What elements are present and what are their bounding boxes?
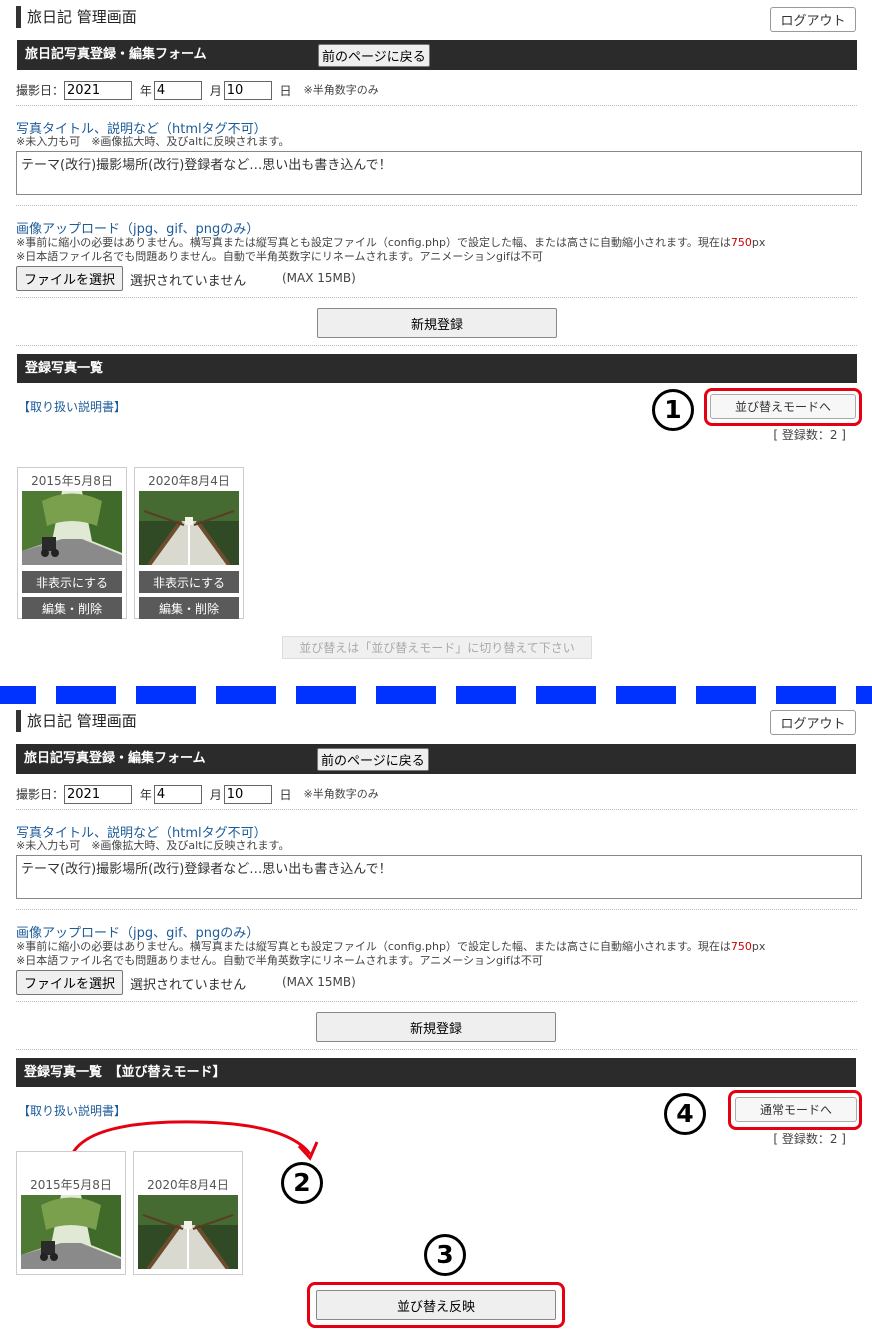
- photo-date: 2020年8月4日: [147, 1178, 229, 1192]
- photo-card: 2015年5月8日 非表示にする 編集・削除: [17, 467, 127, 619]
- step-3-marker: 3: [424, 1234, 466, 1276]
- form-header-title: 旅日記写真登録・編集フォーム: [25, 47, 207, 62]
- sort-mode-panel: 旅日記 管理画面 ログアウト 旅日記写真登録・編集フォーム 前のページに戻る 撮…: [0, 704, 872, 1337]
- upload-label: 画像アップロード（jpg、gif、pngのみ）: [16, 222, 260, 237]
- day-unit: 日: [279, 787, 292, 802]
- day-input[interactable]: [223, 785, 272, 804]
- month-unit: 月: [209, 787, 222, 802]
- day-input[interactable]: [223, 81, 272, 100]
- sortable-photo-card[interactable]: 2015年5月8日: [16, 1151, 126, 1275]
- step-2-marker: 2: [281, 1162, 323, 1204]
- photo-count: [ 登録数：2 ]: [773, 1132, 846, 1146]
- upload-label: 画像アップロード（jpg、gif、pngのみ）: [16, 926, 260, 941]
- upload-note-2: ※日本語ファイル名でも問題ありません。自動で半角英数字にリネームされます。アニメ…: [16, 954, 543, 967]
- month-input[interactable]: [153, 81, 202, 100]
- step-1-marker: 1: [652, 389, 694, 431]
- page-title: 旅日記 管理画面: [16, 710, 137, 732]
- divider: [16, 909, 857, 910]
- sort-disabled-button: 並び替えは「並び替えモード」に切り替えて下さい: [282, 636, 592, 659]
- date-note: ※半角数字のみ: [303, 83, 379, 97]
- photo-date: 2020年8月4日: [148, 474, 230, 488]
- title-textarea[interactable]: テーマ(改行)撮影場所(改行)登録者など…思い出も書き込んで！: [16, 855, 862, 899]
- title-field-note: ※未入力も可 ※画像拡大時、及びaltに反映されます。: [16, 135, 290, 148]
- back-button[interactable]: 前のページに戻る: [318, 44, 430, 67]
- hide-button[interactable]: 非表示にする: [22, 571, 122, 593]
- date-label: 撮影日：: [16, 83, 65, 98]
- day-unit: 日: [279, 83, 292, 98]
- register-button[interactable]: 新規登録: [316, 1012, 556, 1042]
- file-status: 選択されていません: [130, 274, 247, 289]
- sortable-photo-card[interactable]: 2020年8月4日: [133, 1151, 243, 1275]
- date-note: ※半角数字のみ: [303, 787, 379, 801]
- divider: [16, 1001, 857, 1002]
- file-status: 選択されていません: [130, 978, 247, 993]
- section-separator: [0, 686, 872, 704]
- back-button[interactable]: 前のページに戻る: [317, 748, 429, 771]
- photo-date: 2015年5月8日: [30, 1178, 112, 1192]
- photo-thumbnail: [138, 1195, 238, 1269]
- date-row: 撮影日： 年 月 日 ※半角数字のみ: [16, 80, 379, 101]
- photo-card: 2020年8月4日 非表示にする 編集・削除: [134, 467, 244, 619]
- form-header-title: 旅日記写真登録・編集フォーム: [24, 751, 206, 766]
- normal-mode-button[interactable]: 通常モードへ: [735, 1097, 857, 1122]
- upload-note-1: ※事前に縮小の必要はありません。横写真または縦写真とも設定ファイル（config…: [16, 236, 766, 249]
- upload-note-1: ※事前に縮小の必要はありません。横写真または縦写真とも設定ファイル（config…: [16, 940, 766, 953]
- normal-mode-panel: 旅日記 管理画面 ログアウト 旅日記写真登録・編集フォーム 前のページに戻る 撮…: [0, 0, 872, 680]
- photo-list-header: 登録写真一覧 【並び替えモード】: [16, 1058, 856, 1087]
- photo-list-header: 登録写真一覧: [17, 354, 857, 383]
- form-header-bar: 旅日記写真登録・編集フォーム 前のページに戻る: [16, 744, 856, 774]
- max-size-note: (MAX 15MB): [282, 975, 356, 989]
- page-title: 旅日記 管理画面: [16, 6, 137, 28]
- register-button[interactable]: 新規登録: [317, 308, 557, 338]
- form-header-bar: 旅日記写真登録・編集フォーム 前のページに戻る: [17, 40, 857, 70]
- choose-file-button[interactable]: ファイルを選択: [16, 970, 124, 995]
- title-textarea[interactable]: テーマ(改行)撮影場所(改行)登録者など…思い出も書き込んで！: [16, 151, 862, 195]
- upload-note-2: ※日本語ファイル名でも問題ありません。自動で半角英数字にリネームされます。アニメ…: [16, 250, 543, 263]
- date-row: 撮影日： 年 月 日 ※半角数字のみ: [16, 784, 379, 805]
- month-unit: 月: [209, 83, 222, 98]
- apply-sort-button[interactable]: 並び替え反映: [316, 1290, 556, 1320]
- edit-delete-button[interactable]: 編集・削除: [139, 597, 239, 619]
- divider: [16, 345, 857, 346]
- photo-thumbnail: [21, 1195, 121, 1269]
- divider: [16, 809, 857, 810]
- title-field-note: ※未入力も可 ※画像拡大時、及びaltに反映されます。: [16, 839, 290, 852]
- year-input[interactable]: [64, 785, 133, 804]
- max-size-note: (MAX 15MB): [282, 271, 356, 285]
- year-input[interactable]: [64, 81, 133, 100]
- photo-count: [ 登録数：2 ]: [773, 428, 846, 442]
- logout-button[interactable]: ログアウト: [770, 7, 856, 32]
- divider: [16, 1049, 857, 1050]
- logout-button[interactable]: ログアウト: [770, 710, 856, 735]
- hide-button[interactable]: 非表示にする: [139, 571, 239, 593]
- manual-link[interactable]: 【取り扱い説明書】: [18, 398, 126, 415]
- photo-thumbnail[interactable]: [139, 491, 239, 565]
- photo-thumbnail[interactable]: [22, 491, 122, 565]
- divider: [16, 205, 857, 206]
- month-input[interactable]: [153, 785, 202, 804]
- divider: [16, 105, 857, 106]
- year-unit: 年: [139, 83, 152, 98]
- photo-date: 2015年5月8日: [31, 474, 113, 488]
- date-label: 撮影日：: [16, 787, 65, 802]
- edit-delete-button[interactable]: 編集・削除: [22, 597, 122, 619]
- step-4-marker: 4: [664, 1093, 706, 1135]
- divider: [16, 297, 857, 298]
- year-unit: 年: [139, 787, 152, 802]
- choose-file-button[interactable]: ファイルを選択: [16, 266, 124, 291]
- sort-mode-button[interactable]: 並び替えモードへ: [710, 394, 856, 419]
